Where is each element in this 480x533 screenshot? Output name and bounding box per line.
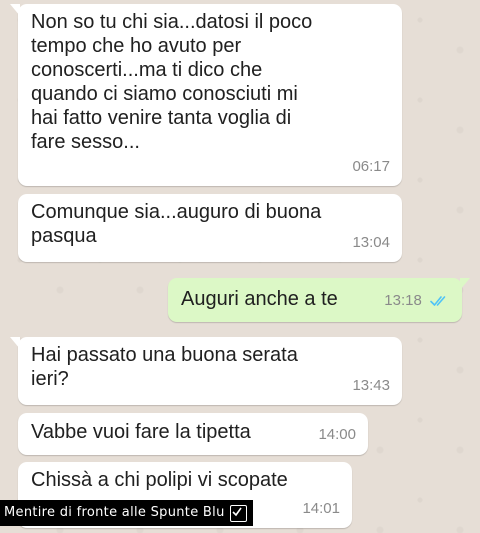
- message-time-label: 13:18: [384, 292, 422, 309]
- message-timestamp: 14:00: [318, 426, 356, 443]
- message-bubble-outgoing[interactable]: Auguri anche a te 13:18: [168, 278, 470, 322]
- message-text: Comunque sia...auguro di buona pasqua: [31, 201, 322, 247]
- message-text: Chissà a chi polipi vi scopate: [31, 469, 288, 491]
- message-bubble-incoming[interactable]: Comunque sia...auguro di buona pasqua 13…: [18, 194, 402, 262]
- watermark-text: Mentire di fronte alle Spunte Blu: [4, 505, 225, 520]
- message-text: Vabbe vuoi fare la tipetta: [31, 421, 251, 443]
- message-timestamp: 13:18: [384, 289, 450, 313]
- check-box-icon: [229, 504, 247, 522]
- message-bubble-incoming[interactable]: Vabbe vuoi fare la tipetta 14:00: [18, 413, 368, 455]
- message-text: Hai passato una buona serata ieri?: [31, 344, 298, 390]
- message-timestamp: 06:17: [352, 158, 390, 175]
- message-bubble-incoming[interactable]: Hai passato una buona serata ieri? 13:43: [10, 337, 402, 405]
- watermark-banner: Mentire di fronte alle Spunte Blu: [0, 500, 253, 526]
- message-timestamp: 14:01: [302, 500, 340, 517]
- double-check-read-icon: [430, 296, 446, 306]
- message-timestamp: 13:04: [352, 234, 390, 251]
- message-bubble-incoming[interactable]: Non so tu chi sia...datosi il poco tempo…: [10, 4, 402, 186]
- message-text: Non so tu chi sia...datosi il poco tempo…: [31, 11, 313, 153]
- message-timestamp: 13:43: [352, 377, 390, 394]
